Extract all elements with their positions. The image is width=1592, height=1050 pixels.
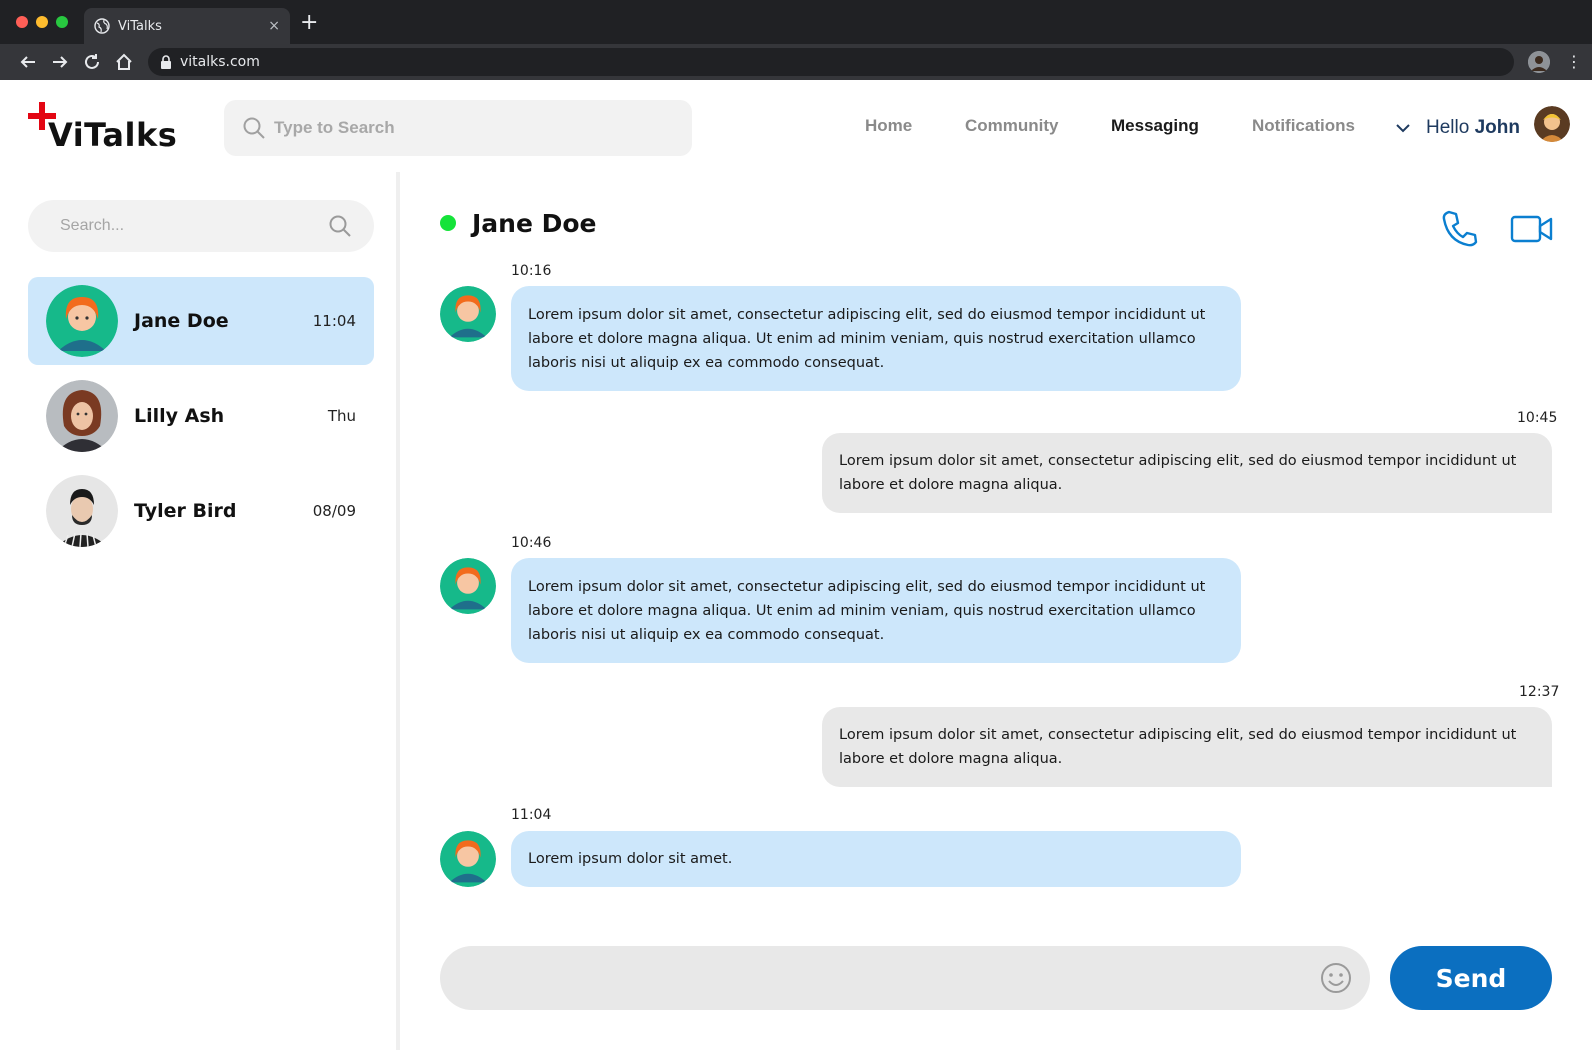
message-timestamp: 10:45 [1517, 410, 1558, 426]
message-bubble-outgoing: Lorem ipsum dolor sit amet, consectetur … [822, 433, 1552, 513]
nav-community[interactable]: Community [965, 116, 1059, 136]
minimize-window-button[interactable] [36, 16, 48, 28]
nav-home[interactable]: Home [865, 116, 912, 136]
user-name: John [1474, 117, 1520, 138]
global-search[interactable] [224, 100, 692, 156]
browser-chrome: ViTalks × + vitalks.com ⋮ [0, 0, 1592, 80]
message-input[interactable] [468, 964, 1288, 992]
contact-name: Lilly Ash [134, 405, 225, 427]
logo-text: ViTalks [48, 116, 178, 154]
video-camera-icon[interactable] [1510, 212, 1554, 246]
message-bubble-incoming: Lorem ipsum dolor sit amet, consectetur … [511, 286, 1241, 391]
avatar [46, 475, 118, 547]
avatar [46, 380, 118, 452]
message-text: Lorem ipsum dolor sit amet. [528, 851, 733, 867]
close-icon[interactable]: × [268, 18, 280, 34]
avatar [440, 286, 496, 342]
message-composer[interactable] [440, 946, 1370, 1010]
conversation-search[interactable] [28, 200, 374, 252]
back-icon[interactable] [16, 50, 40, 74]
user-avatar[interactable] [1534, 106, 1570, 142]
search-icon [243, 117, 265, 139]
avatar [46, 285, 118, 357]
plus-icon[interactable]: + [300, 12, 318, 34]
reload-icon[interactable] [80, 50, 104, 74]
conversation-search-input[interactable] [60, 217, 328, 235]
tab-strip: ViTalks × + [0, 0, 1592, 44]
app-root: ViTalks Home Community Messaging Notific… [0, 80, 1592, 1050]
contact-time: Thu [327, 407, 356, 425]
phone-icon[interactable] [1440, 208, 1480, 248]
home-icon[interactable] [112, 50, 136, 74]
user-menu[interactable]: Hello John [1394, 106, 1570, 150]
close-window-button[interactable] [16, 16, 28, 28]
window-controls [16, 16, 68, 28]
online-status-dot [440, 215, 456, 231]
user-greeting: Hello John [1426, 117, 1520, 139]
address-bar[interactable]: vitalks.com [148, 48, 1514, 76]
message-text: Lorem ipsum dolor sit amet, consectetur … [839, 453, 1517, 493]
avatar [440, 558, 496, 614]
contact-name: Jane Doe [134, 310, 229, 332]
browser-tab[interactable]: ViTalks × [84, 8, 290, 44]
message-bubble-incoming: Lorem ipsum dolor sit amet. [511, 831, 1241, 887]
conversation-sidebar: Jane Doe 11:04 Lilly Ash Thu [0, 172, 400, 1050]
send-button[interactable]: Send [1390, 946, 1552, 1010]
browser-toolbar: vitalks.com ⋮ [0, 44, 1592, 80]
contact-name: Tyler Bird [134, 500, 237, 522]
nav-messaging[interactable]: Messaging [1111, 116, 1199, 136]
message-timestamp: 10:16 [511, 263, 552, 279]
contact-item-lilly-ash[interactable]: Lilly Ash Thu [28, 372, 374, 460]
url-text: vitalks.com [180, 54, 260, 70]
vitalks-logo[interactable]: ViTalks [28, 102, 188, 158]
chevron-down-icon[interactable] [1394, 119, 1412, 137]
chat-contact-name: Jane Doe [472, 208, 597, 238]
greeting-text: Hello [1426, 117, 1470, 138]
message-bubble-outgoing: Lorem ipsum dolor sit amet, consectetur … [822, 707, 1552, 787]
emoji-icon[interactable] [1320, 962, 1352, 994]
global-search-input[interactable] [274, 118, 654, 138]
browser-profile-avatar[interactable] [1528, 51, 1550, 73]
contact-time: 08/09 [312, 502, 356, 520]
message-timestamp: 12:37 [1519, 684, 1560, 700]
message-text: Lorem ipsum dolor sit amet, consectetur … [839, 727, 1517, 767]
tab-title: ViTalks [118, 18, 162, 34]
message-text: Lorem ipsum dolor sit amet, consectetur … [528, 578, 1206, 643]
maximize-window-button[interactable] [56, 16, 68, 28]
avatar [440, 831, 496, 887]
contact-item-tyler-bird[interactable]: Tyler Bird 08/09 [28, 467, 374, 555]
contact-time: 11:04 [312, 312, 356, 330]
message-text: Lorem ipsum dolor sit amet, consectetur … [528, 306, 1206, 371]
globe-icon [94, 18, 110, 34]
nav-notifications[interactable]: Notifications [1252, 116, 1355, 136]
message-timestamp: 11:04 [511, 807, 552, 823]
forward-icon[interactable] [48, 50, 72, 74]
lock-icon [161, 55, 171, 69]
chat-header: Jane Doe [440, 208, 597, 238]
search-icon[interactable] [328, 214, 352, 238]
message-bubble-incoming: Lorem ipsum dolor sit amet, consectetur … [511, 558, 1241, 663]
kebab-menu-icon[interactable]: ⋮ [1566, 52, 1582, 72]
message-timestamp: 10:46 [511, 535, 552, 551]
contact-item-jane-doe[interactable]: Jane Doe 11:04 [28, 277, 374, 365]
